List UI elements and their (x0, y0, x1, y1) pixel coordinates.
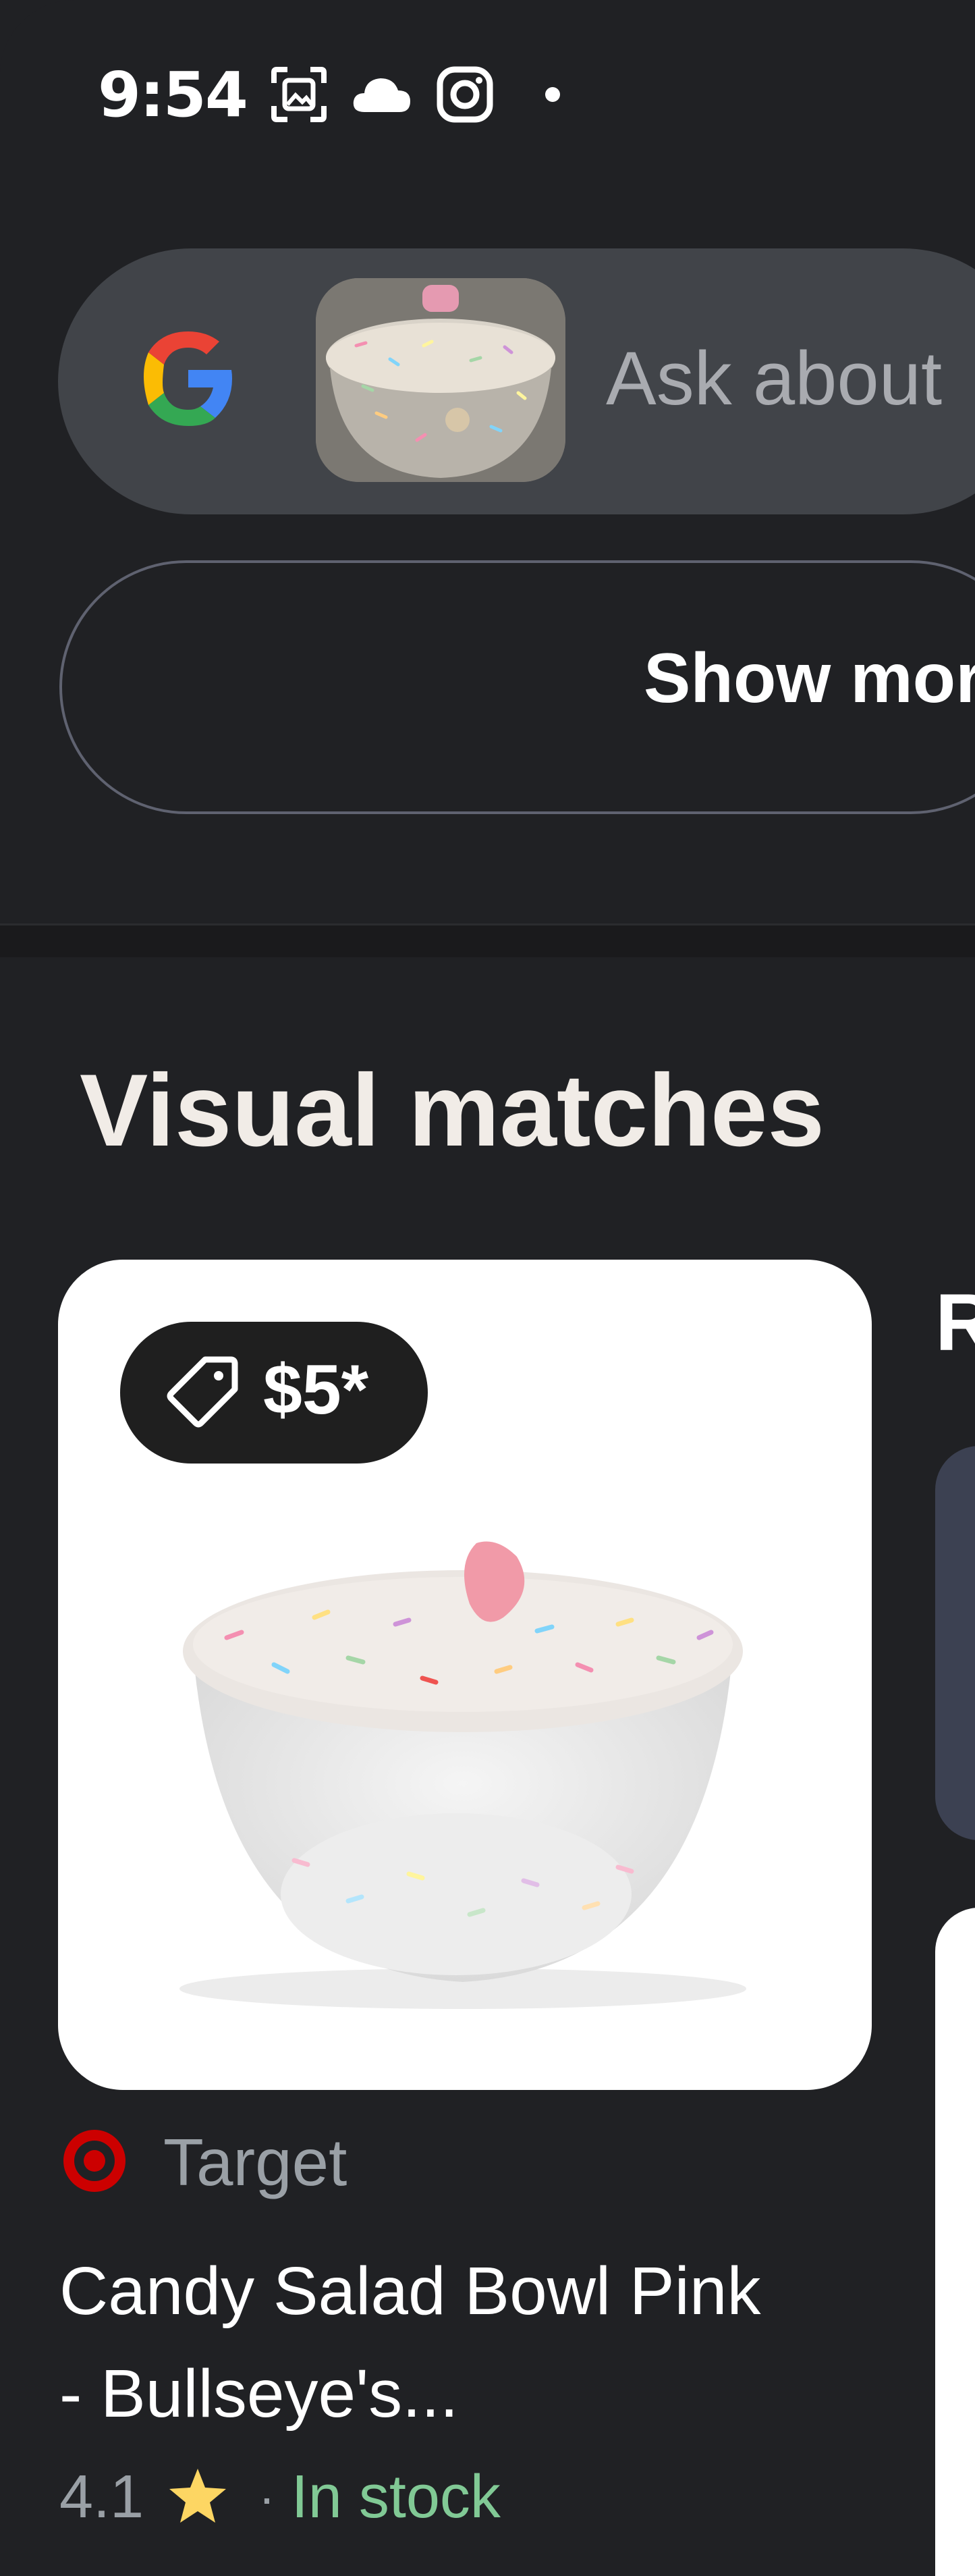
cloud-icon (351, 74, 413, 115)
status-time: 9:54 (98, 58, 248, 131)
next-card-peek[interactable] (935, 1446, 975, 1840)
status-bar: 9:54 (98, 57, 560, 132)
price-chip: $5* (120, 1322, 428, 1464)
merchant-name: Target (163, 2124, 347, 2199)
product-card-image[interactable]: $5* (58, 1260, 872, 2090)
product-title[interactable]: Candy Salad Bowl Pink - Bullseye's... (59, 2240, 869, 2445)
lens-results-screen: 9:54 Ask about Show mor Visual matches $… (0, 0, 975, 2576)
section-divider (0, 923, 975, 957)
product-bowl-image (179, 1541, 746, 2009)
show-more-button[interactable]: Show mor (59, 560, 975, 814)
product-meta-row: 4.1 · In stock (59, 2463, 501, 2532)
availability-label: In stock (291, 2463, 501, 2531)
visual-matches-title: Visual matches (80, 1053, 825, 1168)
product-title-line-2: - Bullseye's... (59, 2356, 459, 2432)
show-more-label: Show mor (644, 639, 975, 718)
screenshot-icon (270, 65, 328, 124)
instagram-icon (436, 65, 494, 124)
tag-icon (165, 1354, 240, 1433)
merchant-row[interactable]: Target (59, 2125, 347, 2199)
search-bar[interactable]: Ask about (58, 248, 975, 514)
next-card-peek-title: R (935, 1277, 975, 1368)
product-title-line-1: Candy Salad Bowl Pink (59, 2253, 761, 2329)
next-card-image-peek[interactable] (935, 1908, 975, 2576)
target-logo-icon (59, 2126, 130, 2199)
price-label: $5* (263, 1351, 369, 1429)
google-g-icon (131, 321, 246, 436)
star-icon (167, 2466, 229, 2529)
meta-separator: · (258, 2469, 275, 2525)
search-input[interactable]: Ask about (606, 335, 942, 422)
notification-dot-icon (545, 87, 560, 102)
rating-value: 4.1 (59, 2463, 144, 2531)
bowl-thumbnail[interactable] (316, 278, 565, 482)
